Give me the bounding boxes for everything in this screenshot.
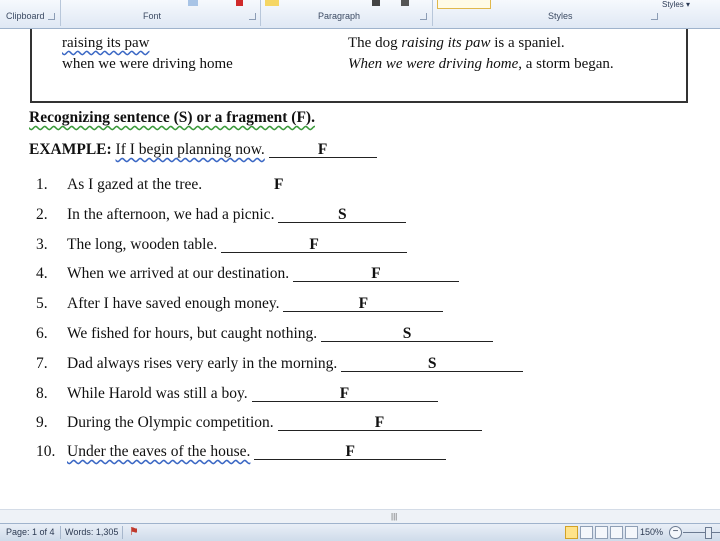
- styles-launcher-icon[interactable]: [651, 13, 658, 20]
- zoom-slider-track[interactable]: [683, 532, 720, 533]
- example-fragment-text: when we were driving home: [62, 56, 233, 72]
- divider: [60, 0, 61, 26]
- styles-gallery[interactable]: [437, 0, 491, 9]
- group-label-styles: Styles: [548, 11, 573, 21]
- show-marks-icon[interactable]: [401, 0, 409, 6]
- example-text: If I begin planning now.: [115, 141, 265, 158]
- example-fragment-text: raising its paw: [62, 35, 150, 51]
- example-label: EXAMPLE:: [29, 141, 112, 158]
- answer-blank[interactable]: F: [221, 237, 408, 253]
- answer-blank[interactable]: F: [283, 296, 444, 312]
- example-sentence-1: The dog raising its paw is a spaniel.: [348, 35, 565, 52]
- item-number: 6.: [36, 325, 48, 342]
- draft-view-button[interactable]: [625, 526, 638, 539]
- item-number: 3.: [36, 236, 48, 253]
- web-layout-view-button[interactable]: [595, 526, 608, 539]
- horizontal-scrollbar[interactable]: |||: [0, 509, 720, 523]
- group-label-font: Font: [143, 11, 162, 21]
- item-text: Under the eaves of the house.: [67, 443, 251, 460]
- example-fragment-2: when we were driving home: [62, 56, 233, 73]
- answer-text[interactable]: F: [274, 176, 283, 193]
- list-item: 10. Under the eaves of the house. F: [36, 443, 447, 461]
- item-number: 5.: [36, 295, 48, 312]
- divider: [432, 0, 433, 26]
- document-page[interactable]: raising its paw The dog raising its paw …: [0, 29, 720, 523]
- outline-view-button[interactable]: [610, 526, 623, 539]
- item-text: When we arrived at our destination.: [67, 265, 290, 282]
- item-number: 9.: [36, 414, 48, 431]
- item-number: 8.: [36, 385, 48, 402]
- item-number: 2.: [36, 206, 48, 223]
- word-count[interactable]: Words: 1,305: [65, 527, 118, 537]
- zoom-out-icon[interactable]: −: [669, 526, 682, 539]
- sentence-italic: raising its paw: [401, 35, 491, 51]
- sentence-text: is a spaniel.: [490, 35, 565, 51]
- item-number: 1.: [36, 176, 48, 193]
- example-sentence-2: When we were driving home, a storm began…: [348, 56, 614, 73]
- divider: [60, 526, 61, 539]
- group-label-clipboard: Clipboard: [6, 11, 45, 21]
- list-item: 2. In the afternoon, we had a picnic. S: [36, 206, 407, 224]
- heading-text: Recognizing sentence (S) or a fragment (…: [29, 109, 315, 126]
- example-fragment-1: raising its paw: [62, 35, 150, 52]
- item-text: In the afternoon, we had a picnic.: [67, 206, 275, 223]
- paragraph-tool-icon[interactable]: [372, 0, 380, 6]
- answer-blank[interactable]: F: [251, 386, 438, 402]
- list-item: 5. After I have saved enough money. F: [36, 295, 444, 313]
- sentence-text: , a storm began.: [518, 56, 614, 72]
- ribbon: Styles ▾ Clipboard Font Paragraph Styles: [0, 0, 720, 29]
- item-text: After I have saved enough money.: [67, 295, 280, 312]
- list-item: 1. As I gazed at the tree. F: [36, 176, 283, 194]
- item-text: We fished for hours, but caught nothing.: [67, 325, 318, 342]
- sentence-italic: When we were driving home: [348, 56, 519, 72]
- list-item: 8. While Harold was still a boy. F: [36, 385, 438, 403]
- example-answer-blank[interactable]: F: [268, 142, 377, 158]
- list-item: 9. During the Olympic competition. F: [36, 414, 482, 432]
- item-text: While Harold was still a boy.: [67, 385, 248, 402]
- item-text: During the Olympic competition.: [67, 414, 274, 431]
- highlight-icon[interactable]: [265, 0, 279, 6]
- clipboard-launcher-icon[interactable]: [48, 13, 55, 20]
- font-color-icon[interactable]: [236, 0, 243, 6]
- answer-blank[interactable]: F: [254, 444, 447, 460]
- example-line: EXAMPLE: If I begin planning now. F: [29, 141, 377, 159]
- answer-blank[interactable]: S: [321, 326, 494, 342]
- scroll-grip-icon[interactable]: |||: [391, 512, 397, 521]
- page-count[interactable]: Page: 1 of 4: [6, 527, 55, 537]
- section-heading: Recognizing sentence (S) or a fragment (…: [29, 109, 315, 127]
- item-text: As I gazed at the tree.: [67, 176, 203, 193]
- ribbon-icon-fragment[interactable]: [188, 0, 198, 6]
- item-text: The long, wooden table.: [67, 236, 218, 253]
- answer-blank[interactable]: S: [341, 356, 524, 372]
- divider: [122, 526, 123, 539]
- print-layout-view-button[interactable]: [565, 526, 578, 539]
- zoom-slider-thumb[interactable]: [705, 527, 712, 539]
- answer-blank[interactable]: F: [292, 266, 459, 282]
- full-screen-view-button[interactable]: [580, 526, 593, 539]
- list-item: 7. Dad always rises very early in the mor…: [36, 355, 524, 373]
- list-item: 3. The long, wooden table. F: [36, 236, 408, 254]
- divider: [260, 0, 261, 26]
- group-label-paragraph: Paragraph: [318, 11, 361, 21]
- change-styles-button[interactable]: Styles ▾: [662, 0, 690, 9]
- paragraph-launcher-icon[interactable]: [420, 13, 427, 20]
- zoom-level[interactable]: 150%: [640, 527, 663, 537]
- proofing-icon[interactable]: ⚑: [129, 525, 139, 538]
- item-text: Dad always rises very early in the morni…: [67, 355, 338, 372]
- sentence-text: The dog: [348, 35, 402, 51]
- list-item: 6. We fished for hours, but caught nothin…: [36, 325, 494, 343]
- item-number: 4.: [36, 265, 48, 282]
- font-launcher-icon[interactable]: [249, 13, 256, 20]
- list-item: 4. When we arrived at our destination. F: [36, 265, 459, 283]
- answer-blank[interactable]: F: [277, 415, 482, 431]
- answer-blank[interactable]: S: [278, 207, 407, 223]
- status-bar: Page: 1 of 4 Words: 1,305 ⚑ 150% −: [0, 523, 720, 541]
- item-number: 10.: [36, 443, 56, 460]
- item-number: 7.: [36, 355, 48, 372]
